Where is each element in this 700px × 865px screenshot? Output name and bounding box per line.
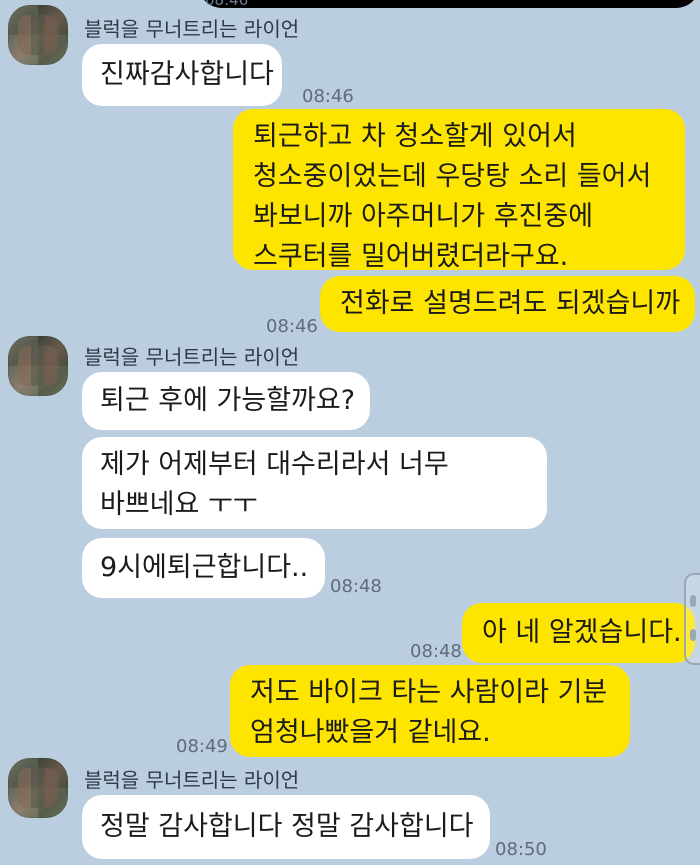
message-time: 08:46 <box>266 316 318 337</box>
message-bubble[interactable]: 9시에퇴근합니다.. <box>82 538 325 598</box>
message-time: 08:49 <box>176 736 228 757</box>
sender-name: 블럭을 무너트리는 라이언 <box>84 345 300 369</box>
avatar[interactable] <box>8 758 68 818</box>
avatar[interactable] <box>8 5 68 65</box>
sender-name: 블럭을 무너트리는 라이언 <box>84 17 300 41</box>
message-bubble[interactable]: 정말 감사합니다 정말 감사합니다 <box>82 795 490 859</box>
top-status-bar <box>198 0 700 8</box>
message-bubble[interactable]: 퇴근하고 차 청소할게 있어서 청소중이었는데 우당탕 소리 들어서 봐보니까 … <box>233 109 685 272</box>
message-bubble[interactable]: 퇴근 후에 가능할까요? <box>82 372 370 430</box>
message-time: 08:46 <box>302 86 354 107</box>
partial-time-label: 08:46 <box>205 0 249 9</box>
message-bubble[interactable]: 전화로 설명드려도 되겠습니까 <box>320 276 695 332</box>
message-bubble[interactable]: 아 네 알겠습니다. <box>462 603 695 663</box>
message-bubble[interactable]: 진짜감사합니다 <box>82 44 282 106</box>
sender-name: 블럭을 무너트리는 라이언 <box>84 768 300 792</box>
message-time: 08:48 <box>410 641 462 662</box>
message-time: 08:48 <box>330 576 382 597</box>
message-bubble[interactable]: 제가 어제부터 대수리라서 너무 바쁘네요 ㅜㅜ <box>82 437 547 529</box>
avatar[interactable] <box>8 336 68 396</box>
message-bubble[interactable]: 저도 바이크 타는 사람이라 기분 엄청나빴을거 같네요. <box>230 665 630 757</box>
scroll-indicator[interactable] <box>684 573 700 665</box>
message-time: 08:50 <box>495 839 547 860</box>
